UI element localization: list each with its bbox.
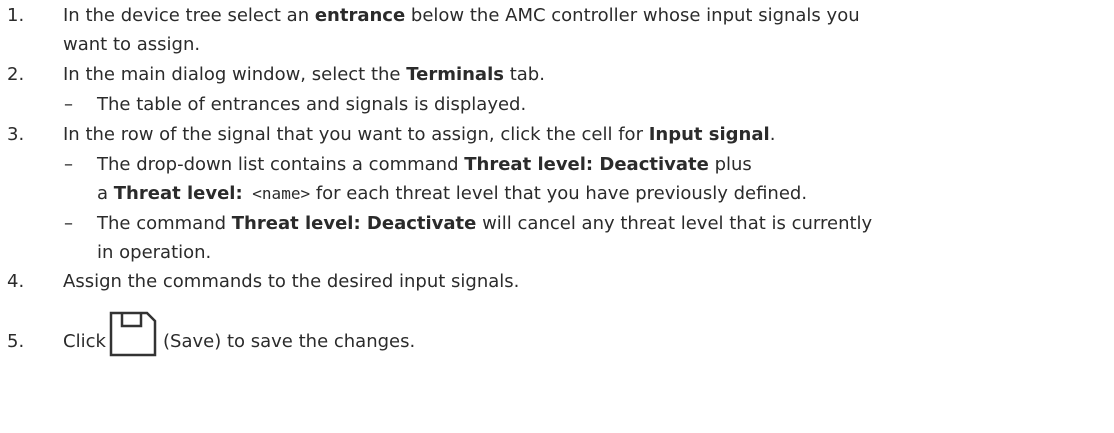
step-text: In the main dialog window, select the Te… — [63, 64, 545, 85]
bold-term: Threat level: — [113, 183, 243, 204]
step-number: 1. — [7, 5, 25, 26]
step-text: Click — [63, 331, 106, 352]
result-text: in operation. — [97, 242, 212, 263]
bold-term: entrance — [314, 5, 406, 26]
result-dash: – — [64, 154, 73, 175]
step-text: Assign the commands to the desired input… — [63, 271, 520, 292]
result-text: The command Threat level: Deactivate wil… — [97, 213, 873, 234]
step-number: 5. — [7, 331, 25, 352]
step-text: (Save) to save the changes. — [163, 331, 416, 352]
bold-term: Input signal — [648, 124, 770, 145]
step-number: 2. — [7, 64, 25, 85]
placeholder-name: <name> — [242, 184, 311, 203]
step-text: want to assign. — [63, 34, 201, 55]
step-5: 5. Click (Save) to save the changes. — [0, 311, 1114, 357]
result-dash: – — [64, 94, 73, 115]
step-text: In the device tree select an entrance be… — [63, 5, 860, 26]
result-text: a Threat level: <name> for each threat l… — [97, 183, 808, 204]
result-dash: – — [64, 213, 73, 234]
step-number: 4. — [7, 271, 25, 292]
bold-term: Terminals — [406, 64, 504, 85]
bold-term: Threat level: Deactivate — [231, 213, 477, 234]
save-icon — [109, 311, 157, 357]
bold-term: Threat level: Deactivate — [464, 154, 709, 175]
step-text: In the row of the signal that you want t… — [63, 124, 776, 145]
step-number: 3. — [7, 124, 25, 145]
result-text: The table of entrances and signals is di… — [97, 94, 527, 115]
result-text: The drop-down list contains a command Th… — [97, 154, 752, 175]
